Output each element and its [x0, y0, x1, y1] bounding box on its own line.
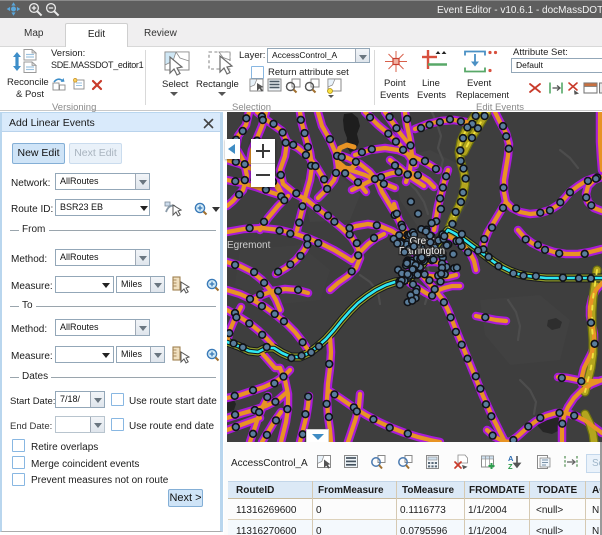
svg-text:Egremont: Egremont [227, 240, 271, 251]
svg-text:Z: Z [508, 462, 513, 471]
